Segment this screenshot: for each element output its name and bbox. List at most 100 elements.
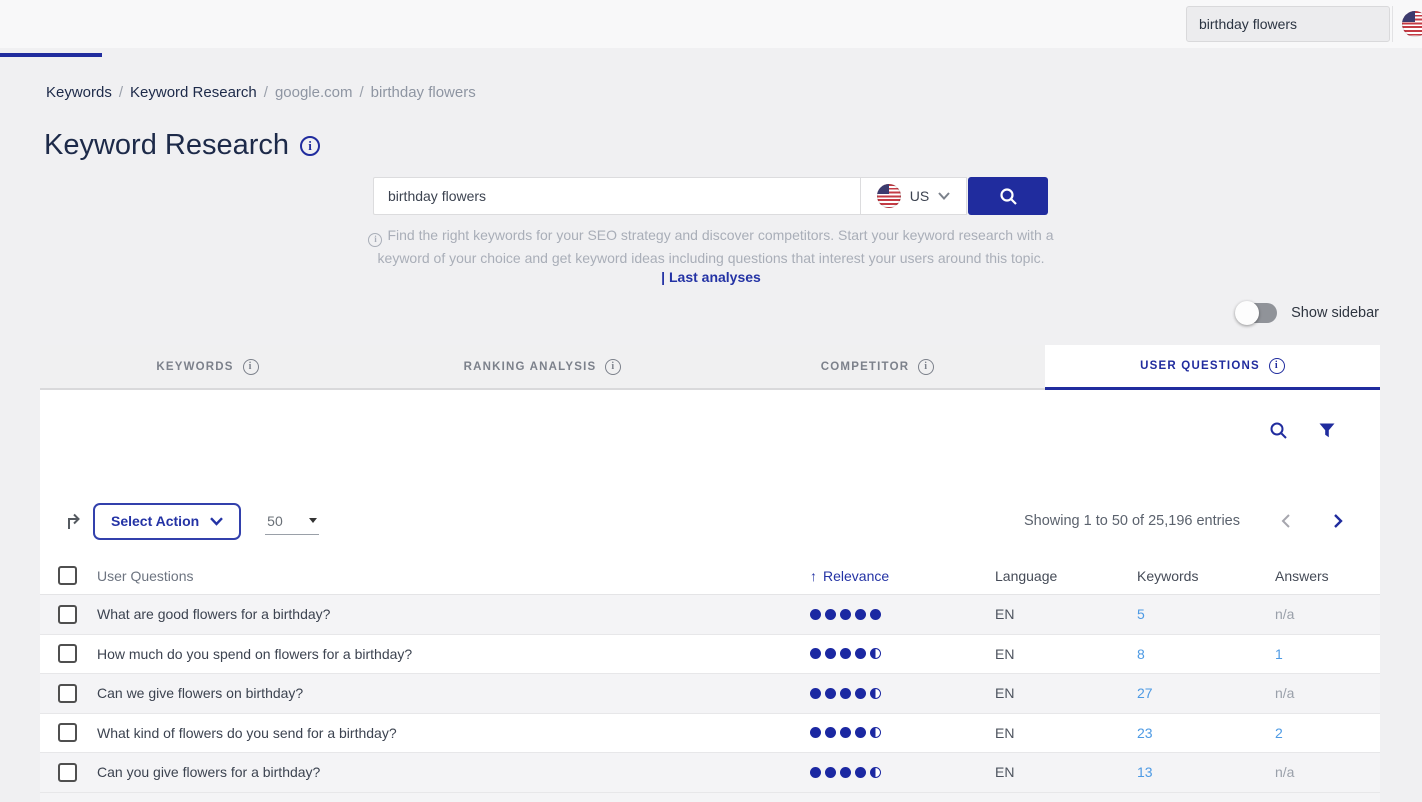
relevance-dot xyxy=(825,609,836,620)
previous-page-button[interactable] xyxy=(1280,513,1292,529)
keyword-search-input[interactable] xyxy=(373,177,860,215)
row-checkbox[interactable] xyxy=(58,644,77,663)
table-row: Can we give flowers on birthday? EN 27 n… xyxy=(40,674,1380,714)
table-body: What are good flowers for a birthday? EN… xyxy=(40,595,1380,793)
table-filter-button[interactable] xyxy=(1318,422,1336,439)
breadcrumb-item[interactable]: Keywords xyxy=(46,84,112,101)
relevance-dot xyxy=(840,727,851,738)
info-icon[interactable]: i xyxy=(243,359,259,375)
topbar-country-flag-button[interactable] xyxy=(1392,6,1422,42)
page-size-value: 50 xyxy=(267,513,283,529)
info-icon[interactable]: i xyxy=(605,359,621,375)
language-value: EN xyxy=(955,725,1097,741)
table-row-partial xyxy=(40,793,1380,802)
page-title: Keyword Research i xyxy=(44,129,320,162)
breadcrumb-item[interactable]: birthday flowers xyxy=(371,84,476,101)
breadcrumb-separator: / xyxy=(360,84,364,101)
info-icon[interactable]: i xyxy=(918,359,934,375)
next-page-button[interactable] xyxy=(1332,513,1344,529)
info-icon[interactable]: i xyxy=(1269,358,1285,374)
search-icon xyxy=(1269,421,1288,440)
show-sidebar-toggle[interactable] xyxy=(1237,303,1277,323)
table-row: What kind of flowers do you send for a b… xyxy=(40,714,1380,754)
tab-bar: KEYWORDS i RANKING ANALYSIS i COMPETITOR… xyxy=(40,345,1380,390)
chevron-down-icon xyxy=(210,517,223,526)
relevance-rating xyxy=(770,767,955,778)
breadcrumb-separator: / xyxy=(119,84,123,101)
relevance-dot xyxy=(870,648,881,659)
row-checkbox[interactable] xyxy=(58,684,77,703)
relevance-dot xyxy=(840,767,851,778)
export-arrow-icon xyxy=(63,510,85,532)
relevance-dot xyxy=(870,727,881,738)
relevance-dot xyxy=(855,609,866,620)
select-action-button[interactable]: Select Action xyxy=(93,503,241,540)
us-flag-icon xyxy=(877,184,901,208)
language-value: EN xyxy=(955,606,1097,622)
language-value: EN xyxy=(955,764,1097,780)
breadcrumb-item[interactable]: google.com xyxy=(275,84,353,101)
keywords-count-link[interactable]: 5 xyxy=(1097,606,1235,622)
export-button[interactable] xyxy=(63,510,85,532)
relevance-dot xyxy=(855,688,866,699)
answers-count[interactable]: 2 xyxy=(1235,725,1380,741)
tab[interactable]: KEYWORDS i xyxy=(40,345,375,390)
tab[interactable]: COMPETITOR i xyxy=(710,345,1045,390)
top-bar xyxy=(0,0,1422,48)
tab[interactable]: USER QUESTIONS i xyxy=(1045,345,1380,390)
country-select[interactable]: US xyxy=(860,177,967,215)
country-code: US xyxy=(910,188,929,204)
relevance-dot xyxy=(810,648,821,659)
keywords-count-link[interactable]: 8 xyxy=(1097,646,1235,662)
keywords-count-link[interactable]: 23 xyxy=(1097,725,1235,741)
table-row: Can you give flowers for a birthday? EN … xyxy=(40,753,1380,793)
relevance-dot xyxy=(855,767,866,778)
caret-down-icon xyxy=(309,518,317,523)
relevance-dot xyxy=(855,727,866,738)
keywords-count-link[interactable]: 27 xyxy=(1097,685,1235,701)
page-title-text: Keyword Research xyxy=(44,129,289,162)
table-controls: Select Action 50 Showing 1 to 50 of 25,1… xyxy=(40,502,1380,540)
table-row: How much do you spend on flowers for a b… xyxy=(40,635,1380,675)
table-row: What are good flowers for a birthday? EN… xyxy=(40,595,1380,635)
breadcrumb-separator: / xyxy=(264,84,268,101)
column-header-keywords[interactable]: Keywords xyxy=(1097,568,1235,584)
column-header-user-questions[interactable]: User Questions xyxy=(84,568,770,584)
relevance-dot xyxy=(810,688,821,699)
row-checkbox[interactable] xyxy=(58,723,77,742)
chevron-down-icon xyxy=(938,192,950,200)
column-header-language[interactable]: Language xyxy=(955,568,1097,584)
relevance-dot xyxy=(870,688,881,699)
sort-ascending-icon: ↑ xyxy=(810,568,817,584)
tab[interactable]: RANKING ANALYSIS i xyxy=(375,345,710,390)
select-all-checkbox[interactable] xyxy=(58,566,77,585)
answers-count[interactable]: 1 xyxy=(1235,646,1380,662)
search-button[interactable] xyxy=(968,177,1048,215)
last-analyses-link[interactable]: | Last analyses xyxy=(661,269,761,285)
column-header-relevance[interactable]: ↑ Relevance xyxy=(770,568,955,584)
breadcrumb: Keywords / Keyword Research / google.com… xyxy=(46,84,476,101)
relevance-dot xyxy=(825,727,836,738)
row-checkbox[interactable] xyxy=(58,763,77,782)
relevance-rating xyxy=(770,609,955,620)
row-checkbox[interactable] xyxy=(58,605,77,624)
column-header-answers[interactable]: Answers xyxy=(1235,568,1380,584)
sidebar-toggle-row: Show sidebar xyxy=(1237,303,1379,323)
table-search-button[interactable] xyxy=(1269,421,1288,440)
user-question-text: What kind of flowers do you send for a b… xyxy=(84,725,770,741)
keywords-count-link[interactable]: 13 xyxy=(1097,764,1235,780)
relevance-dot xyxy=(825,648,836,659)
page-size-select[interactable]: 50 xyxy=(265,507,319,535)
user-question-text: Can we give flowers on birthday? xyxy=(84,685,770,701)
user-question-text: Can you give flowers for a birthday? xyxy=(84,764,770,780)
user-question-text: How much do you spend on flowers for a b… xyxy=(84,646,770,662)
info-icon: i xyxy=(368,233,382,247)
relevance-rating xyxy=(770,727,955,738)
info-icon[interactable]: i xyxy=(300,136,320,156)
breadcrumb-item[interactable]: Keyword Research xyxy=(130,84,257,101)
entries-summary: Showing 1 to 50 of 25,196 entries xyxy=(1024,513,1240,529)
topbar-search-input[interactable] xyxy=(1186,6,1390,42)
tab-label: USER QUESTIONS xyxy=(1140,360,1260,372)
tab-label: COMPETITOR xyxy=(821,361,909,373)
relevance-dot xyxy=(840,609,851,620)
